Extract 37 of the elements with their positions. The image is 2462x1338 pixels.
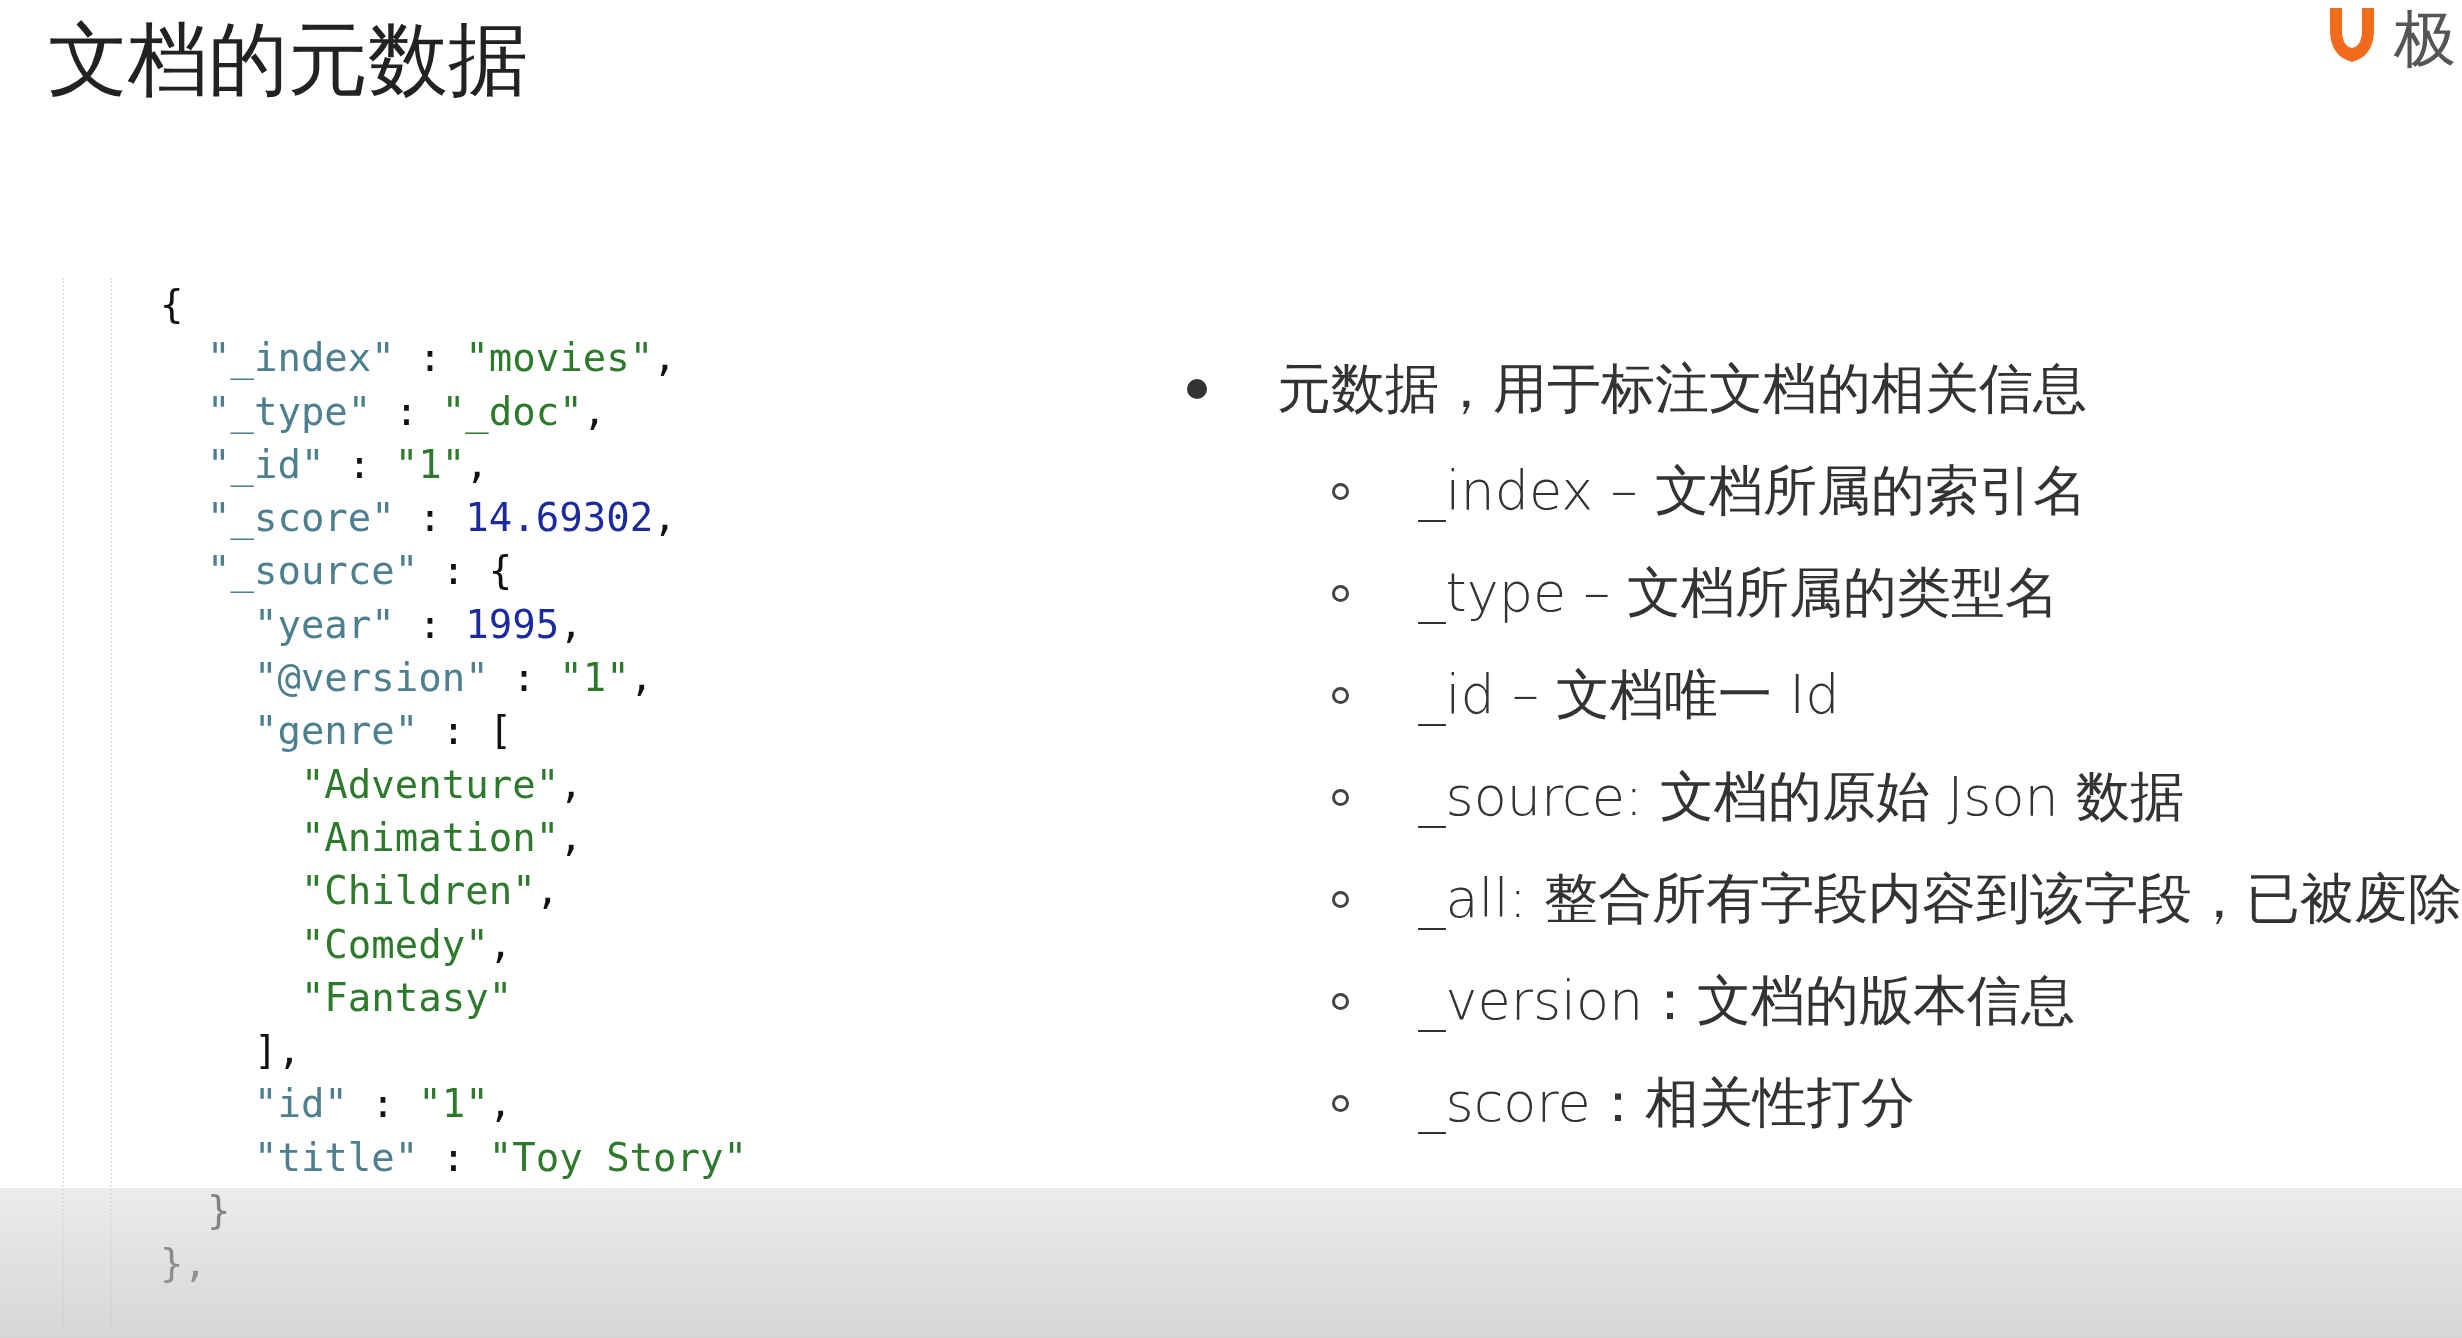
code-line: "_type" : "_doc", [205, 387, 608, 436]
code-line: }, [160, 1240, 208, 1289]
code-line: } [205, 1187, 232, 1236]
sub-bullet-text: _type – 文档所属的类型名 [1418, 559, 2060, 626]
bullet-ring-icon [1331, 482, 1349, 500]
code-line: "year" : 1995, [252, 600, 584, 649]
bullet-ring-icon [1331, 1094, 1349, 1112]
code-line: "genre" : [ [252, 707, 514, 756]
code-line: ], [252, 1027, 302, 1076]
bullet-dot-icon [1186, 379, 1207, 399]
code-line: "title" : "Toy Story" [252, 1133, 748, 1182]
code-line: { [160, 281, 185, 329]
sub-bullet-text: _source: 文档的原始 Json 数据 [1418, 763, 2184, 830]
code-line: "id" : "1", [252, 1080, 514, 1129]
code-line: "Animation", [299, 813, 584, 862]
logo-text: 极 [2394, 8, 2456, 70]
code-line: "@version" : "1", [252, 654, 655, 703]
code-line: "_score" : 14.69302, [205, 494, 678, 543]
bullet-ring-icon [1331, 890, 1349, 908]
sub-bullet-text: _id – 文档唯一 Id [1418, 661, 1840, 728]
bullet-ring-icon [1331, 788, 1349, 806]
slide-title: 文档的元数据 [48, 12, 528, 108]
code-line: "_index" : "movies", [205, 334, 678, 383]
sub-bullet-text: _score：相关性打分 [1418, 1069, 1915, 1136]
sub-bullet-text: _index – 文档所属的索引名 [1418, 457, 2087, 524]
code-line: "Fantasy" [299, 973, 514, 1022]
bullet-ring-icon [1331, 584, 1349, 602]
bullet-ring-icon [1331, 992, 1349, 1010]
code-line: "Comedy", [299, 920, 514, 969]
sub-bullet-text: _version：文档的版本信息 [1418, 967, 2076, 1034]
code-line: "Children", [299, 867, 561, 916]
code-line: "Adventure", [299, 760, 584, 809]
bullet-ring-icon [1331, 686, 1349, 704]
code-line: "_id" : "1", [205, 440, 490, 489]
bullet-text: 元数据，用于标注文档的相关信息 [1276, 355, 2087, 422]
sub-bullet-text: _all: 整合所有字段内容到该字段，已被废除 [1418, 865, 2462, 932]
code-line: "_source" : { [205, 547, 514, 596]
